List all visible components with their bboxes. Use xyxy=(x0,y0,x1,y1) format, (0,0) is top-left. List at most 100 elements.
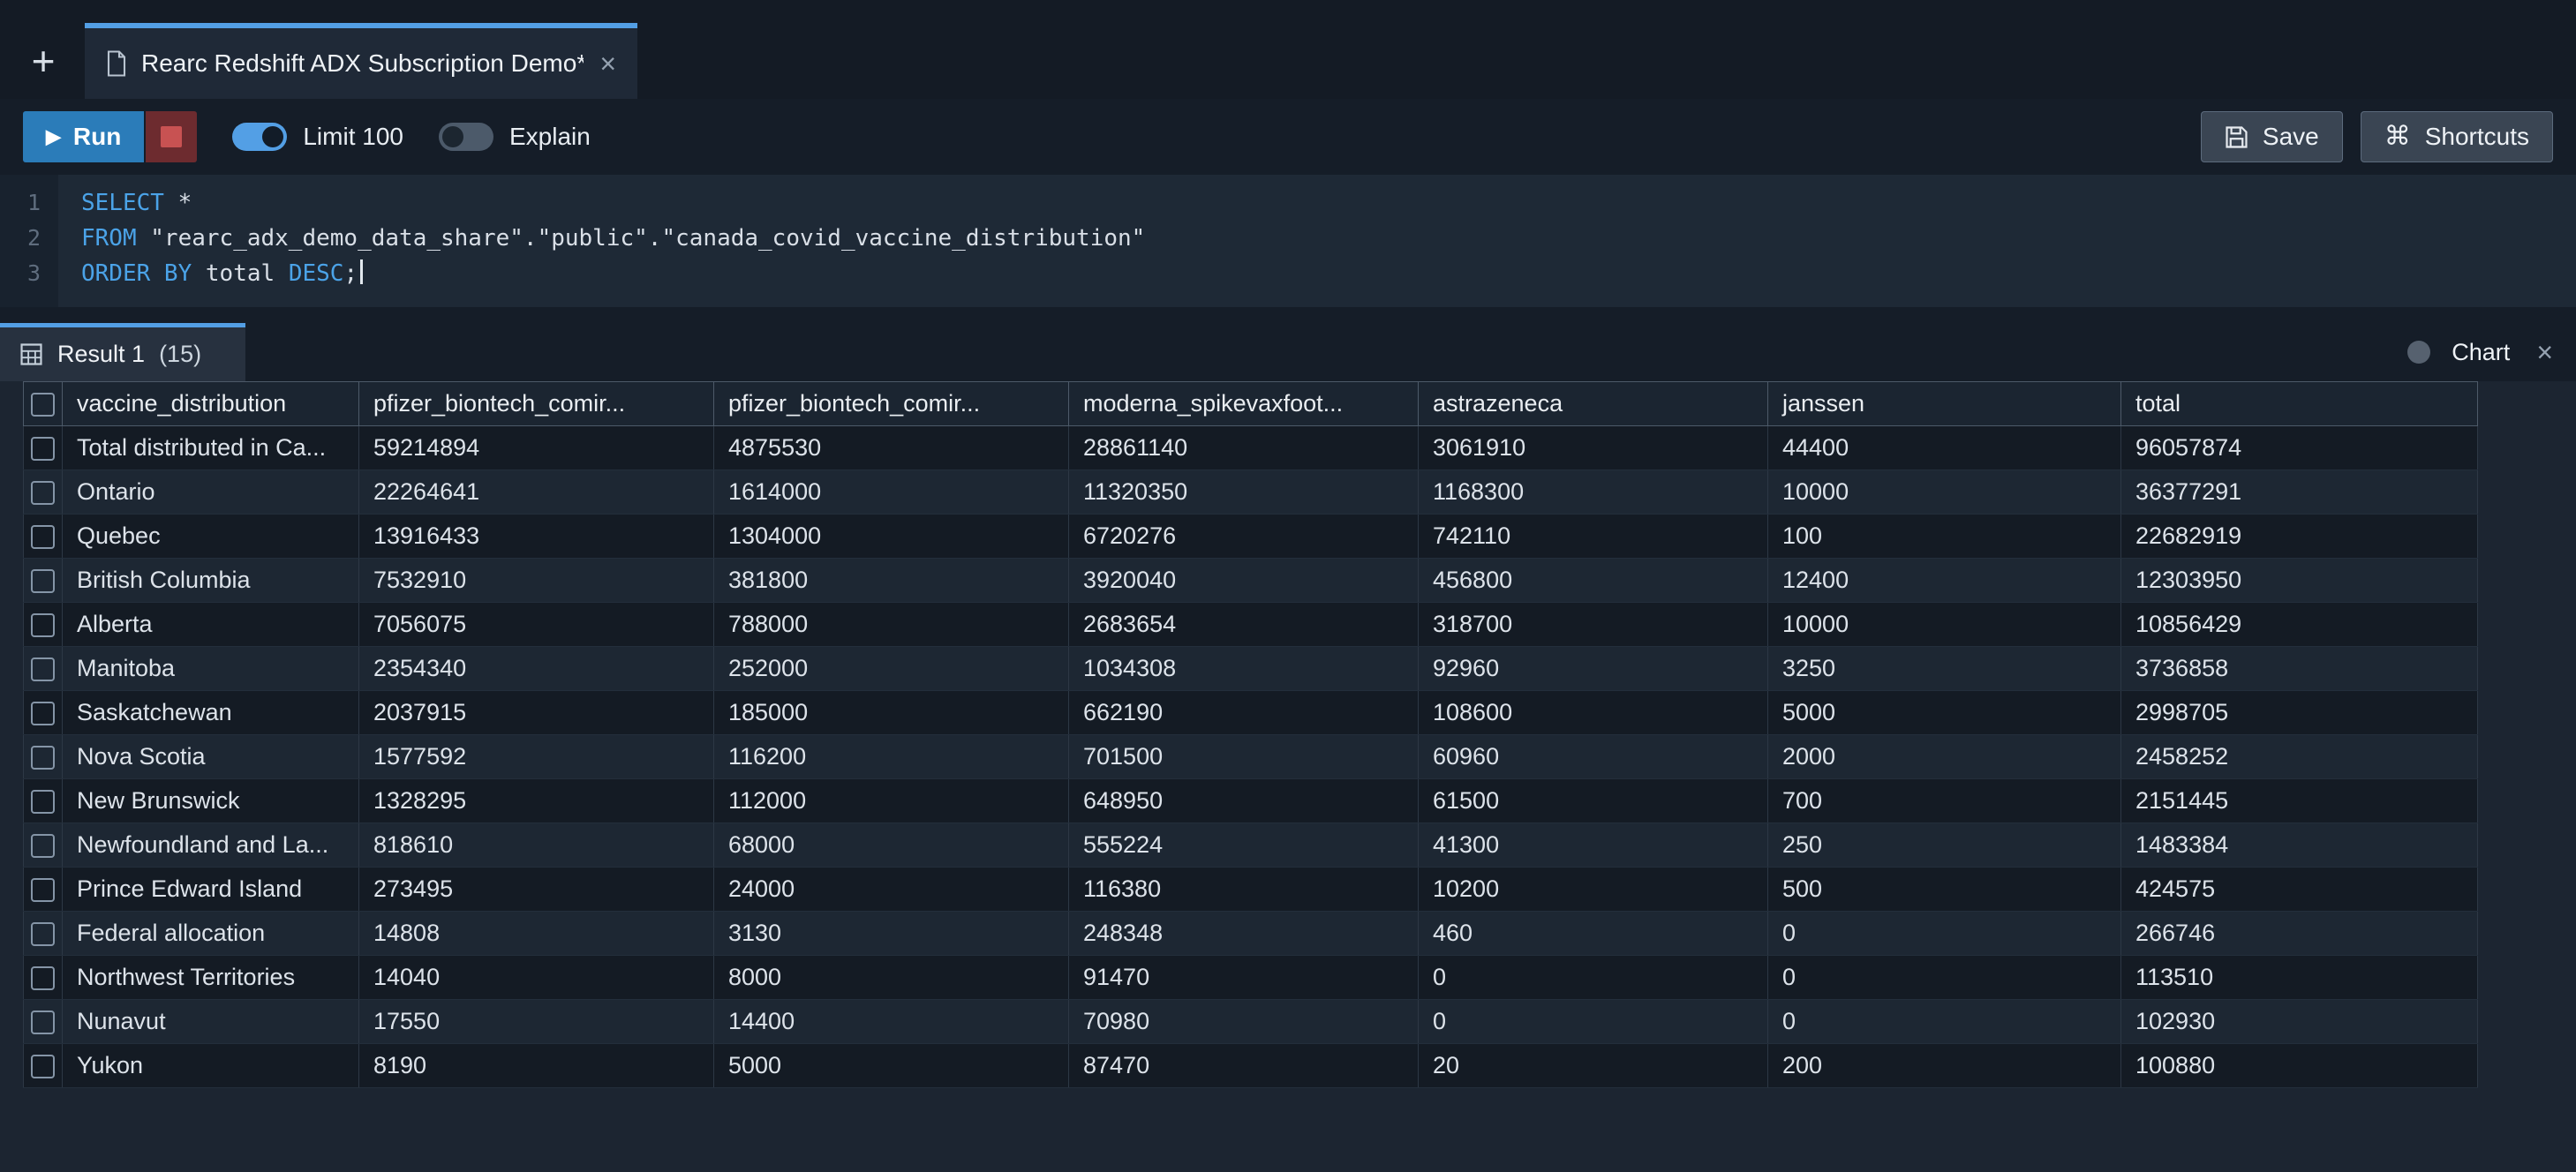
column-header[interactable]: astrazeneca xyxy=(1419,382,1768,426)
row-checkbox[interactable] xyxy=(31,746,55,770)
table-row[interactable]: Alberta705607578800026836543187001000010… xyxy=(24,603,2478,647)
table-row[interactable]: New Brunswick132829511200064895061500700… xyxy=(24,779,2478,823)
row-select-cell[interactable] xyxy=(24,735,63,779)
table-cell[interactable]: 61500 xyxy=(1419,779,1768,823)
table-row[interactable]: Quebec1391643313040006720276742110100226… xyxy=(24,515,2478,559)
table-cell[interactable]: 100 xyxy=(1768,515,2121,559)
result-tab[interactable]: Result 1 (15) xyxy=(0,323,245,381)
table-cell[interactable]: 456800 xyxy=(1419,559,1768,603)
row-select-cell[interactable] xyxy=(24,647,63,691)
table-cell[interactable]: 1483384 xyxy=(2121,823,2478,868)
table-cell[interactable]: 22682919 xyxy=(2121,515,2478,559)
table-cell[interactable]: 742110 xyxy=(1419,515,1768,559)
run-button[interactable]: ▶ Run xyxy=(23,111,144,162)
row-select-cell[interactable] xyxy=(24,956,63,1000)
table-cell[interactable]: 8000 xyxy=(714,956,1069,1000)
new-tab-button[interactable]: + xyxy=(14,23,72,99)
table-cell[interactable]: 7532910 xyxy=(359,559,714,603)
column-header[interactable]: vaccine_distribution xyxy=(63,382,359,426)
table-cell[interactable]: 12400 xyxy=(1768,559,2121,603)
tab-close-icon[interactable]: × xyxy=(599,48,616,80)
table-cell[interactable]: 2683654 xyxy=(1069,603,1419,647)
table-cell[interactable]: 116380 xyxy=(1069,868,1419,912)
table-cell[interactable]: 112000 xyxy=(714,779,1069,823)
code-line[interactable]: FROM "rearc_adx_demo_data_share"."public… xyxy=(81,221,2576,256)
row-select-cell[interactable] xyxy=(24,1000,63,1044)
explain-toggle[interactable] xyxy=(439,123,493,151)
row-select-cell[interactable] xyxy=(24,823,63,868)
table-cell[interactable]: 818610 xyxy=(359,823,714,868)
table-cell[interactable]: 13916433 xyxy=(359,515,714,559)
table-cell[interactable]: Newfoundland and La... xyxy=(63,823,359,868)
table-cell[interactable]: 22264641 xyxy=(359,470,714,515)
stop-button[interactable] xyxy=(146,111,197,162)
table-cell[interactable]: 273495 xyxy=(359,868,714,912)
table-cell[interactable]: 14808 xyxy=(359,912,714,956)
table-row[interactable]: Northwest Territories1404080009147000113… xyxy=(24,956,2478,1000)
table-cell[interactable]: 4875530 xyxy=(714,426,1069,470)
table-cell[interactable]: 60960 xyxy=(1419,735,1768,779)
sql-code-lines[interactable]: SELECT *FROM "rearc_adx_demo_data_share"… xyxy=(58,175,2576,307)
table-cell[interactable]: 24000 xyxy=(714,868,1069,912)
row-checkbox[interactable] xyxy=(31,790,55,814)
table-cell[interactable]: Saskatchewan xyxy=(63,691,359,735)
table-cell[interactable]: 7056075 xyxy=(359,603,714,647)
table-cell[interactable]: 12303950 xyxy=(2121,559,2478,603)
chart-label[interactable]: Chart xyxy=(2452,339,2510,366)
column-header[interactable]: pfizer_biontech_comir... xyxy=(359,382,714,426)
table-cell[interactable]: 14400 xyxy=(714,1000,1069,1044)
table-cell[interactable]: 662190 xyxy=(1069,691,1419,735)
table-cell[interactable]: Manitoba xyxy=(63,647,359,691)
row-select-cell[interactable] xyxy=(24,470,63,515)
row-select-cell[interactable] xyxy=(24,515,63,559)
table-cell[interactable]: Prince Edward Island xyxy=(63,868,359,912)
table-cell[interactable]: 1328295 xyxy=(359,779,714,823)
table-cell[interactable]: 91470 xyxy=(1069,956,1419,1000)
table-cell[interactable]: 92960 xyxy=(1419,647,1768,691)
table-cell[interactable]: Quebec xyxy=(63,515,359,559)
table-cell[interactable]: Alberta xyxy=(63,603,359,647)
table-cell[interactable]: 252000 xyxy=(714,647,1069,691)
code-line[interactable]: ORDER BY total DESC; xyxy=(81,256,2576,291)
select-all-checkbox[interactable] xyxy=(31,393,55,417)
table-cell[interactable]: 10856429 xyxy=(2121,603,2478,647)
table-cell[interactable]: 1034308 xyxy=(1069,647,1419,691)
limit-toggle[interactable] xyxy=(232,123,287,151)
code-line[interactable]: SELECT * xyxy=(81,185,2576,221)
shortcuts-button[interactable]: ⌘ Shortcuts xyxy=(2361,111,2553,162)
table-row[interactable]: Saskatchewan2037915185000662190108600500… xyxy=(24,691,2478,735)
table-cell[interactable]: 70980 xyxy=(1069,1000,1419,1044)
query-tab[interactable]: Rearc Redshift ADX Subscription Demo* × xyxy=(85,23,637,99)
table-cell[interactable]: Federal allocation xyxy=(63,912,359,956)
row-select-cell[interactable] xyxy=(24,603,63,647)
table-cell[interactable]: Nunavut xyxy=(63,1000,359,1044)
row-checkbox[interactable] xyxy=(31,702,55,725)
save-button[interactable]: Save xyxy=(2201,111,2343,162)
table-cell[interactable]: 102930 xyxy=(2121,1000,2478,1044)
row-checkbox[interactable] xyxy=(31,569,55,593)
table-cell[interactable]: British Columbia xyxy=(63,559,359,603)
table-cell[interactable]: 2000 xyxy=(1768,735,2121,779)
table-cell[interactable]: 2458252 xyxy=(2121,735,2478,779)
row-select-cell[interactable] xyxy=(24,868,63,912)
table-row[interactable]: Yukon819050008747020200100880 xyxy=(24,1044,2478,1088)
chart-toggle-icon[interactable] xyxy=(2407,341,2430,364)
table-cell[interactable]: 248348 xyxy=(1069,912,1419,956)
table-cell[interactable]: 460 xyxy=(1419,912,1768,956)
table-cell[interactable]: 10000 xyxy=(1768,470,2121,515)
table-cell[interactable]: 28861140 xyxy=(1069,426,1419,470)
table-row[interactable]: Ontario222646411614000113203501168300100… xyxy=(24,470,2478,515)
table-cell[interactable]: Nova Scotia xyxy=(63,735,359,779)
table-cell[interactable]: 0 xyxy=(1419,956,1768,1000)
table-cell[interactable]: Total distributed in Ca... xyxy=(63,426,359,470)
table-row[interactable]: British Columbia753291038180039200404568… xyxy=(24,559,2478,603)
table-cell[interactable]: 100880 xyxy=(2121,1044,2478,1088)
table-cell[interactable]: 10000 xyxy=(1768,603,2121,647)
table-cell[interactable]: 1614000 xyxy=(714,470,1069,515)
column-header[interactable]: total xyxy=(2121,382,2478,426)
table-cell[interactable]: 500 xyxy=(1768,868,2121,912)
table-cell[interactable]: 44400 xyxy=(1768,426,2121,470)
row-checkbox[interactable] xyxy=(31,966,55,990)
table-cell[interactable]: 648950 xyxy=(1069,779,1419,823)
table-cell[interactable]: 0 xyxy=(1768,1000,2121,1044)
